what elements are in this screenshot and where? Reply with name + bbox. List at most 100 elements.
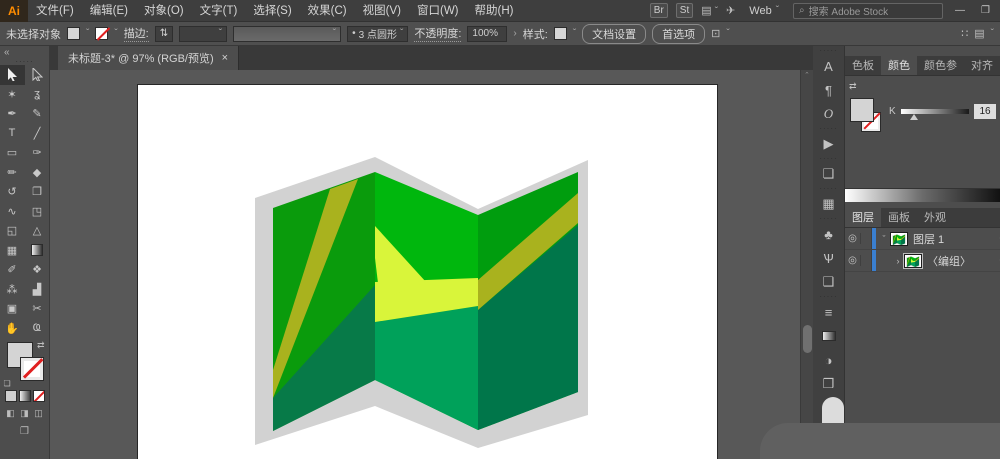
- arrange-documents-icon[interactable]: ▤ ˇ: [701, 4, 718, 17]
- symbols-panel-icon[interactable]: ♣: [816, 222, 842, 246]
- slice-tool[interactable]: ✂: [25, 299, 50, 319]
- stock-button[interactable]: St: [676, 3, 693, 18]
- gradient-tool[interactable]: [25, 241, 50, 261]
- menu-view[interactable]: 视图(V): [355, 0, 409, 22]
- minimize-button[interactable]: —: [951, 5, 969, 16]
- export-panel-icon[interactable]: ❏: [816, 162, 842, 186]
- selection-tool[interactable]: [0, 65, 25, 85]
- menu-select[interactable]: 选择(S): [245, 0, 299, 22]
- chevron-right-icon[interactable]: ›: [513, 28, 516, 39]
- k-channel-value[interactable]: 16: [974, 104, 996, 119]
- draw-normal-icon[interactable]: ◧: [4, 408, 17, 419]
- line-segment-tool[interactable]: ╱: [25, 124, 50, 144]
- panel-list-icon[interactable]: ▤: [974, 27, 984, 40]
- bridge-button[interactable]: Br: [650, 3, 668, 18]
- shape-builder-tool[interactable]: ◱: [0, 221, 25, 241]
- pen-tool[interactable]: ✒: [0, 104, 25, 124]
- lock-cell[interactable]: [861, 250, 872, 271]
- document-tab[interactable]: 未标题-3* @ 97% (RGB/预览) ×: [58, 46, 239, 70]
- workspace-switcher[interactable]: Web ˇ: [749, 5, 779, 17]
- graphic-styles-panel-icon[interactable]: ❑: [816, 270, 842, 294]
- brush-definition-select[interactable]: • 3 点圆形 ˇ: [347, 26, 408, 42]
- layer-row[interactable]: ◎ › 〈编组〉 ○: [845, 250, 1000, 272]
- perspective-grid-tool[interactable]: △: [25, 221, 50, 241]
- layer-row[interactable]: ◎ ˇ 图层 1 ○: [845, 228, 1000, 250]
- none-mode-button[interactable]: [33, 390, 45, 402]
- column-graph-tool[interactable]: ▟: [25, 280, 50, 300]
- map-artwork[interactable]: [230, 130, 620, 459]
- visibility-eye-icon[interactable]: ◎: [845, 233, 861, 244]
- mesh-tool[interactable]: ▦: [0, 241, 25, 261]
- chevron-down-icon[interactable]: ˇ: [991, 28, 994, 39]
- artboard-tool[interactable]: ▣: [0, 299, 25, 319]
- vertical-scrollbar[interactable]: ˆ: [800, 70, 813, 459]
- menu-file[interactable]: 文件(F): [28, 0, 82, 22]
- stroke-weight-select[interactable]: ˇ: [179, 26, 227, 42]
- collapse-panel-icon[interactable]: «: [0, 46, 14, 59]
- rotate-tool[interactable]: ↺: [0, 182, 25, 202]
- symbol-sprayer-tool[interactable]: ⁂: [0, 280, 25, 300]
- character-panel-icon[interactable]: A: [816, 54, 842, 78]
- dots-grid-icon[interactable]: ∷: [961, 27, 968, 40]
- tab-align[interactable]: 对齐: [964, 56, 1000, 75]
- menu-object[interactable]: 对象(O): [136, 0, 192, 22]
- chevron-down-icon[interactable]: ˇ: [86, 28, 89, 39]
- opentype-panel-icon[interactable]: O: [816, 102, 842, 126]
- slider-thumb-icon[interactable]: [910, 114, 918, 120]
- color-mode-button[interactable]: [5, 390, 17, 402]
- chevron-down-icon[interactable]: ˇ: [726, 28, 729, 39]
- eraser-tool[interactable]: ◆: [25, 163, 50, 183]
- tab-appearance[interactable]: 外观: [917, 208, 953, 227]
- tab-color[interactable]: 颜色: [881, 56, 917, 75]
- stock-search-input[interactable]: ⌕ 搜索 Adobe Stock: [793, 3, 943, 19]
- stroke-weight-stepper[interactable]: ⇅: [155, 26, 173, 42]
- scrollbar-thumb[interactable]: [803, 325, 812, 353]
- opacity-input[interactable]: 100%: [467, 26, 507, 42]
- magic-wand-tool[interactable]: ✶: [0, 85, 25, 105]
- layer-thumbnail[interactable]: [904, 254, 922, 268]
- swap-fill-stroke-icon[interactable]: ⇄: [849, 81, 857, 92]
- preferences-button[interactable]: 首选项: [652, 24, 705, 44]
- transparency-panel-icon[interactable]: ◑: [816, 348, 842, 372]
- free-transform-tool[interactable]: ◳: [25, 202, 50, 222]
- menu-edit[interactable]: 编辑(E): [82, 0, 136, 22]
- layer-label[interactable]: 〈编组〉: [927, 253, 971, 269]
- draw-inside-icon[interactable]: ◫: [32, 408, 45, 419]
- gradient-panel-icon[interactable]: [816, 324, 842, 348]
- color-panel-fill-swatch[interactable]: [850, 98, 874, 122]
- transform-panel-icon[interactable]: ▦: [816, 192, 842, 216]
- swap-fill-stroke-icon[interactable]: ⇄: [37, 340, 45, 351]
- scale-tool[interactable]: ❐: [25, 182, 50, 202]
- chevron-down-icon[interactable]: ˇ: [878, 234, 890, 244]
- lock-cell[interactable]: [861, 228, 872, 249]
- stroke-color-swatch[interactable]: [95, 27, 108, 40]
- zoom-tool[interactable]: Ҩ: [25, 319, 50, 339]
- fill-color-swatch[interactable]: [67, 27, 80, 40]
- width-tool[interactable]: ∿: [0, 202, 25, 222]
- curvature-tool[interactable]: ✎: [25, 104, 50, 124]
- eyedropper-tool[interactable]: ✐: [0, 260, 25, 280]
- hand-tool[interactable]: ✋: [0, 319, 25, 339]
- document-setup-button[interactable]: 文档设置: [582, 24, 646, 44]
- paragraph-panel-icon[interactable]: ¶: [816, 78, 842, 102]
- map-artwork[interactable]: [891, 233, 907, 246]
- paintbrush-tool[interactable]: ✑: [25, 143, 50, 163]
- publish-icon[interactable]: ✈: [726, 4, 735, 17]
- stroke-weight-label[interactable]: 描边:: [124, 25, 149, 42]
- style-swatch[interactable]: [554, 27, 567, 40]
- tab-artboards[interactable]: 画板: [881, 208, 917, 227]
- restore-button[interactable]: ❐: [977, 5, 994, 16]
- menu-window[interactable]: 窗口(W): [409, 0, 467, 22]
- stroke-swatch[interactable]: [21, 358, 43, 380]
- rectangle-tool[interactable]: ▭: [0, 143, 25, 163]
- draw-behind-icon[interactable]: ◨: [18, 408, 31, 419]
- chevron-down-icon[interactable]: ˇ: [114, 28, 117, 39]
- default-fill-stroke-icon[interactable]: ❏: [4, 379, 11, 388]
- shaper-tool[interactable]: ✏: [0, 163, 25, 183]
- layer-thumbnail[interactable]: [890, 232, 908, 246]
- chevron-down-icon[interactable]: ˇ: [573, 28, 576, 39]
- blend-tool[interactable]: ❖: [25, 260, 50, 280]
- menu-type[interactable]: 文字(T): [192, 0, 246, 22]
- canvas-area[interactable]: [50, 70, 800, 459]
- menu-help[interactable]: 帮助(H): [467, 0, 522, 22]
